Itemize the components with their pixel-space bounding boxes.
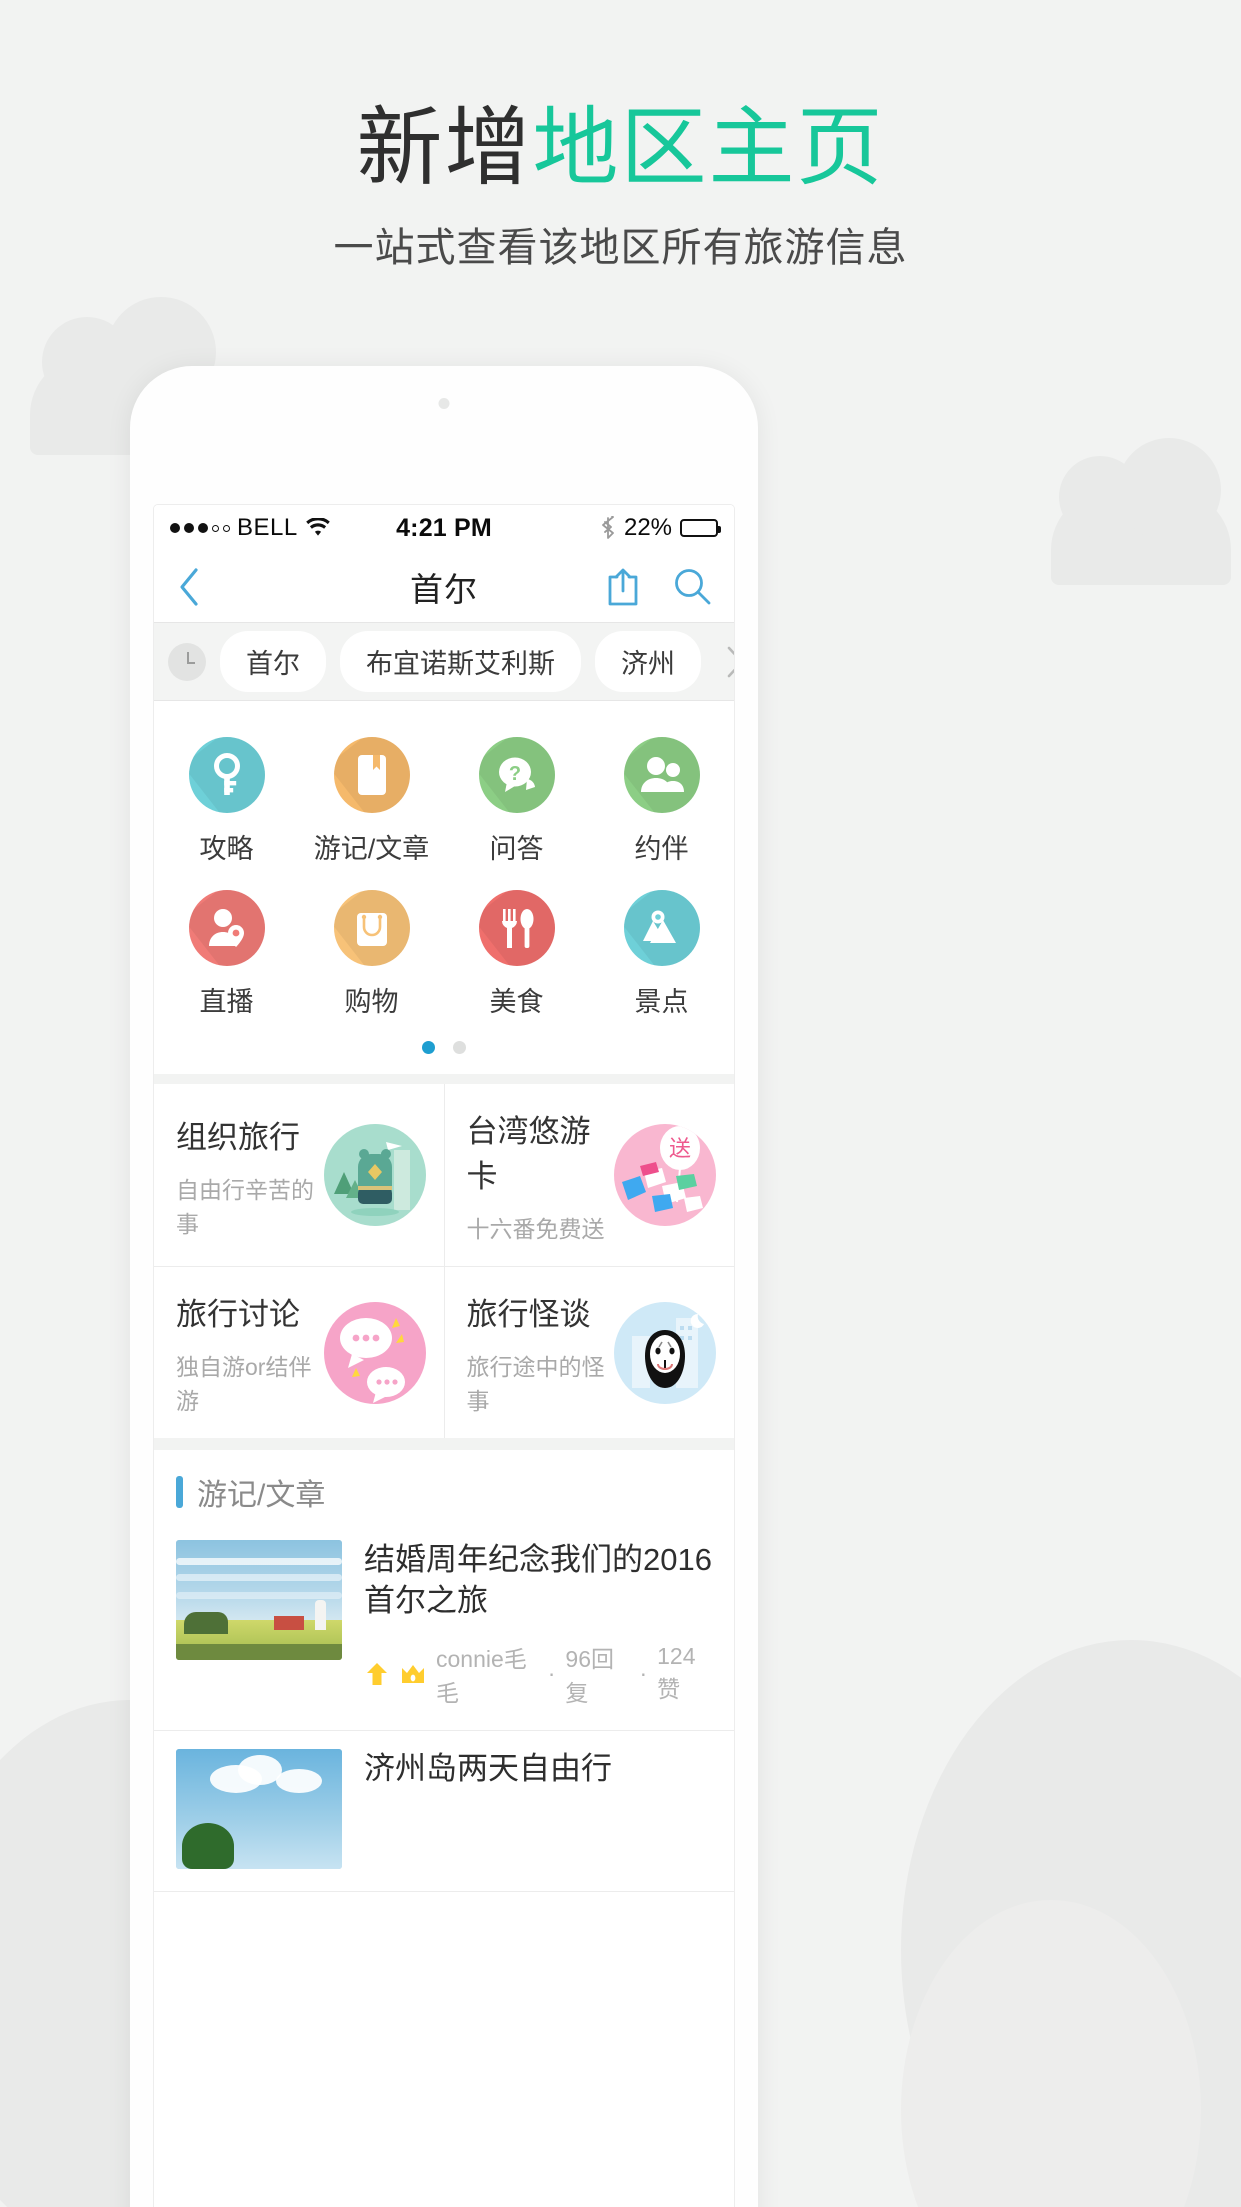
- book-icon: [333, 737, 410, 813]
- article-title: 结婚周年纪念我们的2016首尔之旅: [364, 1542, 712, 1618]
- category-grid-row-1: 攻略 游记/文章 ? 问答 约伴: [154, 723, 734, 876]
- fork-spoon-icon: [478, 890, 555, 966]
- svg-text:?: ?: [508, 763, 520, 785]
- city-chip-2[interactable]: 济州: [595, 631, 701, 692]
- promo-card-grid: 组织旅行 自由行辛苦的事 台湾悠游卡 十六番免费送 送 旅行讨论 独自游or结伴…: [154, 1084, 734, 1438]
- article-likes: 124赞: [657, 1643, 696, 1703]
- pagination-dot-active[interactable]: [422, 1041, 435, 1054]
- noface-illustration: [614, 1301, 716, 1404]
- meta-separator: ·: [639, 1660, 648, 1687]
- chevron-right-icon: [727, 646, 734, 677]
- category-label: 景点: [634, 987, 689, 1017]
- article-meta: connie毛毛 · 96回复 · 124赞: [364, 1640, 712, 1708]
- carrier-label: BELL: [237, 514, 298, 541]
- signal-strength-icon: [170, 523, 230, 533]
- category-yueban[interactable]: 约伴: [589, 723, 734, 876]
- meta-separator: ·: [547, 1660, 556, 1687]
- chips-more-button[interactable]: [715, 637, 734, 686]
- grid-pagination[interactable]: [154, 1029, 734, 1060]
- backpack-illustration: [323, 1124, 426, 1226]
- promo-subtitle: 一站式查看该地区所有旅游信息: [333, 226, 908, 270]
- share-button[interactable]: [604, 566, 642, 608]
- promo-card-title: 旅行怪谈: [466, 1297, 591, 1332]
- bluetooth-icon: [602, 516, 614, 539]
- clock-icon: [168, 642, 206, 681]
- category-label: 直播: [199, 987, 254, 1017]
- decor-hill-right: [901, 1640, 1241, 2207]
- category-gonglue[interactable]: 攻略: [154, 723, 299, 876]
- battery-icon: [680, 519, 722, 537]
- section-header-youji: 游记/文章: [154, 1450, 734, 1522]
- question-bubble-icon: ?: [478, 737, 555, 813]
- category-jingdian[interactable]: 景点: [589, 876, 734, 1029]
- status-bar: BELL 4:21 PM 22%: [154, 505, 734, 551]
- phone-camera-dot: [438, 398, 450, 409]
- article-replies: 96回复: [565, 1645, 615, 1706]
- navigation-bar: 首尔: [154, 551, 734, 623]
- promo-card-subtitle: 十六番免费送: [466, 1216, 605, 1242]
- promo-card-subtitle: 独自游or结伴游: [176, 1354, 312, 1414]
- article-thumbnail: [176, 1540, 342, 1660]
- article-row[interactable]: 结婚周年纪念我们的2016首尔之旅 connie毛毛 · 96回复 · 124赞: [154, 1522, 734, 1731]
- decor-cloud-right: [1051, 438, 1231, 585]
- article-thumbnail: [176, 1748, 342, 1869]
- promo-card-subtitle: 旅行途中的怪事: [466, 1354, 605, 1414]
- promo-card-row-1: 组织旅行 自由行辛苦的事 台湾悠游卡 十六番免费送 送: [154, 1084, 734, 1267]
- chevron-left-icon: [180, 567, 198, 606]
- promo-card-travel-tales[interactable]: 旅行怪谈 旅行途中的怪事: [443, 1267, 735, 1438]
- category-meishi[interactable]: 美食: [444, 876, 589, 1029]
- promo-headline-dark: 新增: [356, 100, 533, 196]
- category-youji[interactable]: 游记/文章: [299, 723, 444, 876]
- article-row[interactable]: 济州岛两天自由行: [154, 1730, 734, 1892]
- promo-card-row-2: 旅行讨论 独自游or结伴游 旅行怪谈 旅行途中的怪事: [154, 1267, 734, 1438]
- category-label: 购物: [344, 987, 399, 1017]
- city-chip-0[interactable]: 首尔: [220, 631, 326, 692]
- category-label: 问答: [489, 834, 544, 864]
- arrow-up-badge-icon: [367, 1662, 387, 1685]
- city-chip-1[interactable]: 布宜诺斯艾利斯: [340, 631, 581, 692]
- category-label: 游记/文章: [313, 834, 430, 864]
- section-title: 游记/文章: [197, 1479, 326, 1512]
- category-wenda[interactable]: ? 问答: [444, 723, 589, 876]
- search-button[interactable]: [672, 566, 712, 608]
- status-time: 4:21 PM: [396, 513, 492, 542]
- promo-card-title: 组织旅行: [176, 1119, 300, 1155]
- chat-bubbles-illustration: [323, 1301, 426, 1404]
- gift-card-illustration: 送: [614, 1124, 716, 1226]
- people-icon: [623, 737, 700, 813]
- promo-headline: 新增地区主页: [0, 100, 1241, 196]
- section-accent-bar: [176, 1476, 183, 1508]
- category-gouwu[interactable]: 购物: [299, 876, 444, 1029]
- wifi-icon: [305, 518, 330, 536]
- crown-badge-icon: [402, 1664, 424, 1683]
- category-grid: 攻略 游记/文章 ? 问答 约伴 直播 购物 美食 景点: [154, 701, 734, 1084]
- section-divider: [154, 1438, 734, 1450]
- phone-screen: BELL 4:21 PM 22% 首尔 首尔 布宜诺斯艾利斯 济州 攻略 游记/…: [153, 504, 735, 2207]
- category-label: 约伴: [634, 834, 689, 864]
- gift-badge-text: 送: [669, 1136, 691, 1161]
- phone-mockup: BELL 4:21 PM 22% 首尔 首尔 布宜诺斯艾利斯 济州 攻略 游记/…: [130, 366, 758, 2207]
- promo-card-subtitle: 自由行辛苦的事: [176, 1176, 314, 1237]
- decor-hill-mid: [901, 1900, 1201, 2207]
- promo-card-travel-discussion[interactable]: 旅行讨论 独自游or结伴游: [154, 1267, 444, 1438]
- promo-card-taiwan-card[interactable]: 台湾悠游卡 十六番免费送 送: [443, 1084, 735, 1266]
- promo-headline-accent: 地区主页: [532, 100, 885, 196]
- battery-percent-label: 22%: [623, 514, 673, 541]
- category-label: 美食: [489, 987, 544, 1017]
- category-zhibo[interactable]: 直播: [154, 876, 299, 1029]
- article-title: 济州岛两天自由行: [364, 1750, 612, 1786]
- mountain-pin-icon: [623, 890, 700, 966]
- pagination-dot-inactive[interactable]: [453, 1041, 466, 1054]
- recent-cities-bar[interactable]: 首尔 布宜诺斯艾利斯 济州: [154, 623, 734, 701]
- key-icon: [188, 737, 265, 813]
- article-author: connie毛毛: [436, 1645, 527, 1706]
- category-grid-row-2: 直播 购物 美食 景点: [154, 876, 734, 1029]
- category-label: 攻略: [199, 834, 254, 864]
- promo-card-title: 台湾悠游卡: [466, 1114, 591, 1194]
- back-button[interactable]: [176, 565, 220, 609]
- promo-card-organize-trip[interactable]: 组织旅行 自由行辛苦的事: [154, 1084, 444, 1266]
- promo-card-title: 旅行讨论: [176, 1297, 300, 1332]
- shopping-bag-icon: [333, 890, 410, 966]
- person-pin-icon: [188, 890, 265, 966]
